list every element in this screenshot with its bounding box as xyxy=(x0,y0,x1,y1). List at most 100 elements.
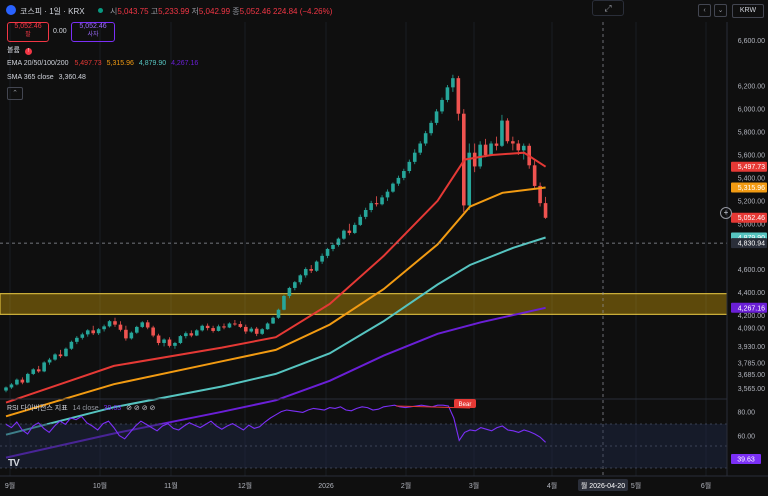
candle-body xyxy=(91,330,95,334)
ohlc-readout: 시5,043.75 고5,233.99 저5,042.99 종5,052.46 … xyxy=(110,7,333,16)
price-tick-label: 5,600.00 xyxy=(738,152,765,159)
candle-body xyxy=(260,329,264,334)
candle-body xyxy=(64,348,68,357)
chevron-down-icon[interactable]: ⌄ xyxy=(714,4,727,17)
candle-body xyxy=(96,329,101,334)
price-tick-label: 3,785.00 xyxy=(738,361,765,368)
candle-body xyxy=(156,335,161,343)
ema-indicator-row[interactable]: EMA 20/50/100/200 5,497.73 5,315.96 4,87… xyxy=(7,60,198,67)
rsi-legend[interactable]: RSI 다이버전스 지표 14 close 39.63 ⊘ ⊘ ⊘ ⊘ xyxy=(7,403,155,413)
candle-body xyxy=(423,133,428,144)
candle-body xyxy=(402,171,406,178)
candle-body xyxy=(309,269,313,271)
candle-body xyxy=(20,379,25,383)
candle-body xyxy=(107,321,112,327)
candle-body xyxy=(331,244,335,249)
bear-label: Bear xyxy=(459,402,472,408)
candle-body xyxy=(102,326,106,330)
candle-body xyxy=(516,143,521,151)
candle-body xyxy=(511,141,515,144)
fullscreen-button[interactable]: ⤢ xyxy=(592,0,624,16)
sma-indicator-row[interactable]: SMA 365 close 3,360.48 xyxy=(7,74,86,81)
candle-body xyxy=(472,152,477,167)
alert-icon: ! xyxy=(24,48,32,55)
candle-body xyxy=(233,323,237,325)
candle-body xyxy=(325,248,330,256)
time-tick-label: 9월 xyxy=(5,481,15,490)
candle-body xyxy=(396,177,401,184)
collapse-indicators-button[interactable]: ⌃ xyxy=(7,87,23,100)
candle-body xyxy=(456,78,461,114)
price-tick-label: 4,090.00 xyxy=(738,326,765,333)
candle-body xyxy=(418,143,422,153)
candle-body xyxy=(129,332,134,339)
candle-body xyxy=(254,328,259,334)
price-tick-label: 4,600.00 xyxy=(738,267,765,274)
sell-button[interactable]: 5,052.46 팔 xyxy=(7,22,49,42)
price-tick-label: 5,400.00 xyxy=(738,175,765,182)
candle-body xyxy=(385,191,390,198)
chevron-left-icon[interactable]: ‹ xyxy=(698,4,711,17)
candle-body xyxy=(478,144,482,167)
time-tick-label: 10월 xyxy=(93,481,107,490)
tradingview-logo-icon[interactable]: TV xyxy=(8,458,20,469)
candle-body xyxy=(238,324,243,327)
currency-selector[interactable]: KRW xyxy=(732,4,764,18)
candle-body xyxy=(222,326,226,328)
candle-body xyxy=(374,203,379,205)
candle-body xyxy=(293,282,297,288)
add-alert-icon[interactable]: + xyxy=(720,207,732,219)
rsi-tick-label: 80.00 xyxy=(737,410,755,417)
time-tick-label: 11월 xyxy=(164,481,178,490)
symbol-logo-icon[interactable] xyxy=(6,5,16,15)
candle-body xyxy=(412,152,417,162)
price-label-text: 4,830.94 xyxy=(738,241,765,248)
symbol-name[interactable]: 코스피 · 1일 · KRX xyxy=(20,6,85,17)
candle-body xyxy=(69,341,74,349)
candle-body xyxy=(489,143,493,155)
candle-body xyxy=(391,183,395,192)
candle-body xyxy=(167,339,172,346)
candle-body xyxy=(336,238,341,245)
time-tick-label: 2026 xyxy=(318,483,334,490)
price-label-text: 5,315.96 xyxy=(738,185,765,192)
candle-body xyxy=(151,327,155,336)
candle-body xyxy=(42,362,46,372)
price-chart[interactable]: Bear 6,600.00 6,200.00 6,000.00 5,800.00 5,6… xyxy=(0,0,768,496)
candle-body xyxy=(244,326,248,332)
candle-body xyxy=(380,197,384,205)
candle-body xyxy=(178,336,183,343)
candle-body xyxy=(85,330,90,335)
candle-body xyxy=(145,322,150,328)
candle-body xyxy=(162,339,166,343)
candle-body xyxy=(113,321,117,325)
candle-body xyxy=(521,145,526,151)
candle-body xyxy=(494,143,499,146)
candle-body xyxy=(467,152,472,206)
top-toolbar: 코스피 · 1일 · KRX 시5,043.75 고5,233.99 저5,04… xyxy=(0,0,768,22)
price-tick-label: 6,200.00 xyxy=(738,84,765,91)
candle-body xyxy=(342,230,346,239)
candle-body xyxy=(26,373,30,383)
price-tick-label: 6,600.00 xyxy=(738,38,765,45)
candle-body xyxy=(320,255,324,262)
price-tick-label: 4,400.00 xyxy=(738,290,765,297)
time-tick-label: 4월 xyxy=(547,481,557,490)
candle-body xyxy=(4,387,8,391)
candle-body xyxy=(205,325,210,329)
candle-body xyxy=(314,261,319,271)
candle-body xyxy=(194,330,199,336)
candle-body xyxy=(358,216,363,225)
candle-body xyxy=(532,165,537,186)
buy-button[interactable]: 5,052.46 사자 xyxy=(71,22,115,42)
trading-chart-screen: Bear 6,600.00 6,200.00 6,000.00 5,800.00 5,6… xyxy=(0,0,768,496)
candle-body xyxy=(47,359,52,363)
candle-body xyxy=(173,342,177,346)
candle-body xyxy=(353,224,357,233)
rsi-tick-label: 60.00 xyxy=(737,434,755,441)
price-label-text: 5,497.73 xyxy=(738,164,765,171)
eye-off-icon: ⊘ ⊘ ⊘ ⊘ xyxy=(126,405,156,412)
candle-body xyxy=(249,328,254,332)
volume-indicator-row[interactable]: 볼륨 ! xyxy=(7,45,32,55)
candle-body xyxy=(36,369,41,372)
